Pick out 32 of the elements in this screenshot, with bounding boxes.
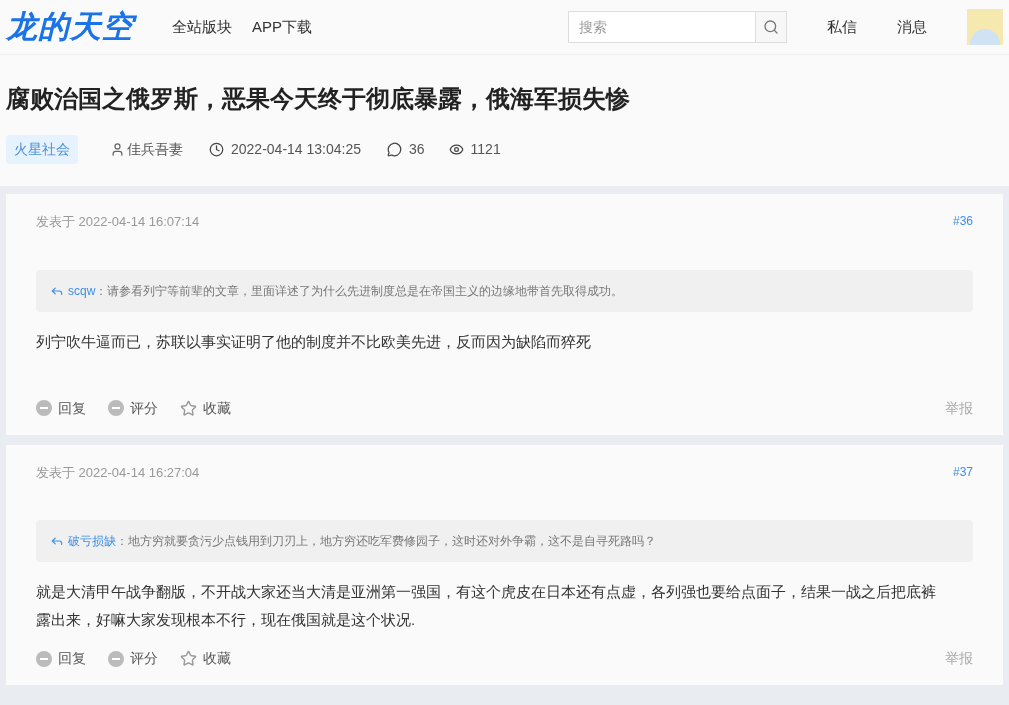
post-body: 就是大清甲午战争翻版，不开战大家还当大清是亚洲第一强国，有这个虎皮在日本还有点虚，各列强也要给点面子，结果一战之后把底裤露出来，好嘛大家发现根本不行，现在俄国就是这个状况. [36, 582, 937, 630]
post-action-button[interactable]: 评分 [108, 648, 158, 669]
quote-text: ：地方穷就要贪污少点钱用到刀刃上，地方穷还吃军费修园子，这时还对外争霸，这不是自寻死路吗？ [116, 533, 656, 550]
search-button[interactable] [756, 11, 787, 43]
search-field[interactable]: 搜索 [568, 11, 756, 43]
header-link[interactable]: 私信 [827, 15, 857, 39]
author-name[interactable]: 佳兵吾妻 [127, 139, 183, 160]
star-icon [180, 650, 197, 667]
post-date: 发表于 2022-04-14 16:07:14 [36, 213, 200, 231]
post-action-button[interactable]: 收藏 [180, 397, 231, 419]
clock-icon [209, 142, 224, 157]
post-body: 列宁吹牛逼而已，苏联以事实证明了他的制度并不比欧美先进，反而因为缺陷而猝死 [36, 331, 592, 352]
post-action-button[interactable]: 评分 [108, 397, 158, 419]
eye-icon [448, 142, 464, 157]
post-action-button[interactable]: 收藏 [180, 648, 231, 669]
post-action-button[interactable]: 回复 [36, 397, 86, 419]
reply-arrow-icon [50, 534, 64, 548]
post-time: 2022-04-14 13:04:25 [231, 140, 361, 159]
post-date: 发表于 2022-04-14 16:27:04 [36, 463, 200, 482]
comment-icon [387, 142, 402, 157]
user-icon [110, 142, 125, 157]
star-icon [180, 399, 197, 417]
nav-link[interactable]: 全站版块 [172, 15, 232, 39]
post-action-button[interactable]: 回复 [36, 648, 86, 669]
nav-link[interactable]: APP下载 [252, 15, 312, 39]
search-icon [763, 19, 779, 35]
thread-title: 腐败治国之俄罗斯，恶果今天终于彻底暴露，俄海军损失惨 [6, 84, 631, 114]
quote-text: ：请参看列宁等前辈的文章，里面详述了为什么先进制度总是在帝国主义的边缘地带首先取得成功。 [95, 282, 624, 300]
site-logo[interactable]: 龙的天空 [6, 3, 156, 51]
view-count: 1121 [470, 140, 501, 159]
header-link[interactable]: 消息 [897, 15, 927, 39]
reply-count: 36 [409, 140, 425, 159]
